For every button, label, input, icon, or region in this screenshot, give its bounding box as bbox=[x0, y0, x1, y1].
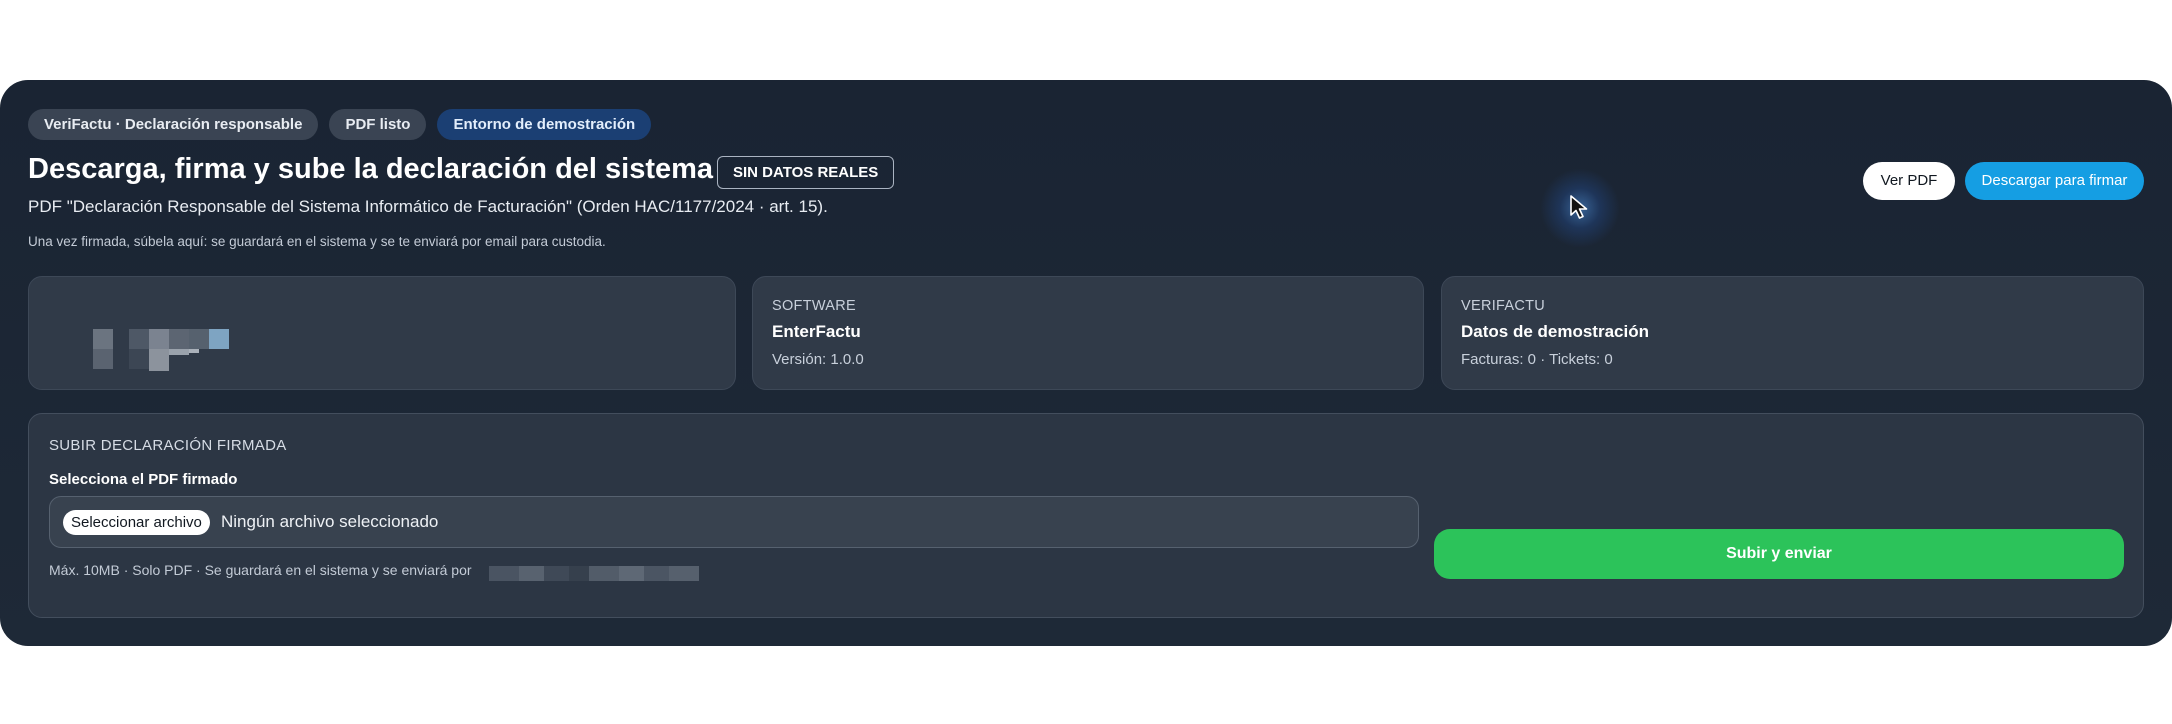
badge-row: VeriFactu · Declaración responsable PDF … bbox=[28, 109, 652, 140]
upload-and-send-button[interactable]: Subir y enviar bbox=[1434, 529, 2124, 579]
badge-verifactu: VeriFactu · Declaración responsable bbox=[28, 109, 319, 140]
choose-file-button[interactable]: Seleccionar archivo bbox=[63, 510, 210, 535]
software-version: Versión: 1.0.0 bbox=[772, 351, 864, 368]
verifactu-label: VERIFACTU bbox=[1461, 298, 1546, 314]
signed-pdf-file-input[interactable]: Seleccionar archivo Ningún archivo selec… bbox=[49, 496, 1419, 548]
verifactu-card: VERIFACTU Datos de demostración Facturas… bbox=[1441, 276, 2144, 390]
verifactu-counts: Facturas: 0 · Tickets: 0 bbox=[1461, 351, 1613, 368]
declaration-panel: VeriFactu · Declaración responsable PDF … bbox=[0, 80, 2172, 646]
software-name: EnterFactu bbox=[772, 322, 861, 341]
badge-demo-environment: Entorno de demostración bbox=[437, 109, 652, 140]
instruction-note: Una vez firmada, súbela aquí: se guardar… bbox=[28, 234, 606, 249]
upload-section: SUBIR DECLARACIÓN FIRMADA Selecciona el … bbox=[28, 413, 2144, 618]
upload-hint: Máx. 10MB · Solo PDF · Se guardará en el… bbox=[49, 562, 472, 578]
view-pdf-button[interactable]: Ver PDF bbox=[1863, 162, 1955, 200]
page-subtitle: PDF "Declaración Responsable del Sistema… bbox=[28, 197, 828, 216]
badge-pdf-ready: PDF listo bbox=[329, 109, 427, 140]
mouse-cursor bbox=[1540, 168, 1620, 248]
software-card: SOFTWARE EnterFactu Versión: 1.0.0 bbox=[752, 276, 1424, 390]
file-field-label: Selecciona el PDF firmado bbox=[49, 471, 238, 488]
verifactu-data-mode: Datos de demostración bbox=[1461, 322, 1649, 341]
file-status-text: Ningún archivo seleccionado bbox=[221, 512, 439, 531]
page-title: Descarga, firma y sube la declaración de… bbox=[28, 153, 714, 185]
no-real-data-tag: SIN DATOS REALES bbox=[717, 156, 895, 189]
redacted-email bbox=[489, 566, 699, 581]
cursor-arrow-icon bbox=[1570, 195, 1588, 219]
company-card bbox=[28, 276, 736, 390]
upload-section-label: SUBIR DECLARACIÓN FIRMADA bbox=[49, 437, 287, 454]
software-label: SOFTWARE bbox=[772, 298, 857, 314]
redacted-company-info bbox=[65, 329, 229, 371]
download-to-sign-button[interactable]: Descargar para firmar bbox=[1965, 162, 2144, 200]
